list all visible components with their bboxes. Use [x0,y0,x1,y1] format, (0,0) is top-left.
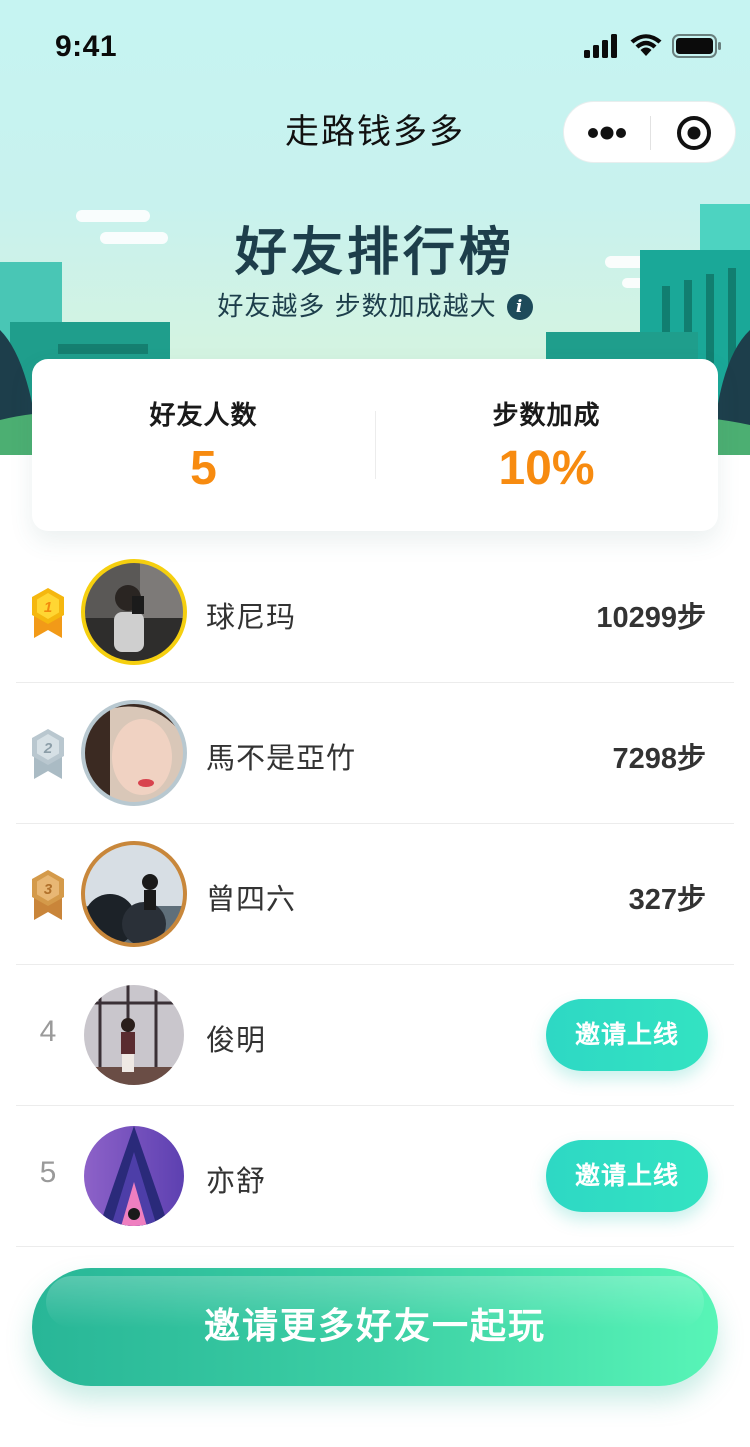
signal-icon [584,34,617,58]
subtitle-text: 好友越多 步数加成越大 [217,292,497,322]
status-icons [584,34,722,58]
friend-steps: 10299步 [596,602,706,634]
invite-online-button[interactable]: 邀请上线 [546,1140,708,1212]
list-item[interactable]: 3 曾四六 327步 [16,824,734,965]
friend-count-stat: 好友人数 5 [32,359,375,531]
friend-count-label: 好友人数 [149,401,258,431]
list-item[interactable]: 4 俊明 邀请上线 [16,965,734,1106]
status-bar: 9:41 [0,0,750,88]
friend-name: 馬不是亞竹 [206,741,357,775]
friend-count-value: 5 [190,442,217,495]
mini-program-capsule [563,101,736,163]
page-subtitle: 好友越多 步数加成越大 i [0,286,750,323]
silver-medal-icon: 2 [32,729,64,779]
rank-number: 5 [39,1156,57,1189]
wifi-icon [630,34,662,56]
battery-icon [672,34,721,58]
friend-name: 俊明 [206,1023,267,1057]
avatar[interactable] [80,558,188,666]
avatar[interactable] [80,699,188,807]
friend-steps: 7298步 [612,743,706,775]
invite-more-friends-button[interactable]: 邀请更多好友一起玩 [32,1268,718,1386]
page-title: 好友排行榜 [234,223,515,283]
list-item[interactable]: 2 馬不是亞竹 7298步 [16,683,734,824]
rank-number: 4 [39,1015,57,1048]
more-dots-icon [588,126,626,140]
target-close-icon [677,116,711,150]
more-button[interactable] [564,102,650,164]
bronze-medal-icon: 3 [32,870,64,920]
info-icon[interactable]: i [506,294,533,320]
stats-card: 好友人数 5 步数加成 10% [32,359,718,531]
step-bonus-value: 10% [498,442,595,495]
cta-label: 邀请更多好友一起玩 [203,1306,546,1347]
avatar[interactable] [80,840,188,948]
friend-name: 亦舒 [206,1164,267,1198]
status-time: 9:41 [55,30,118,63]
step-bonus-stat: 步数加成 10% [375,359,718,531]
friend-name: 曾四六 [206,882,297,916]
list-item[interactable]: 5 亦舒 邀请上线 [16,1106,734,1247]
rank-badge-number: 3 [44,881,53,898]
avatar[interactable] [80,1122,188,1230]
rank-badge-number: 2 [43,740,53,757]
list-item[interactable]: 1 球尼玛 10299步 [16,542,734,683]
gold-medal-icon: 1 [32,588,64,638]
friend-steps: 327步 [628,884,706,916]
rank-badge-number: 1 [44,599,52,616]
avatar[interactable] [80,981,188,1089]
step-bonus-label: 步数加成 [492,401,601,431]
invite-online-button[interactable]: 邀请上线 [546,999,708,1071]
close-mini-program-button[interactable] [651,102,737,164]
friend-name: 球尼玛 [206,600,297,634]
friend-rank-list: 1 球尼玛 10299步 2 馬不是亞竹 7298步 3 曾四六 327步 4 … [16,542,734,1247]
